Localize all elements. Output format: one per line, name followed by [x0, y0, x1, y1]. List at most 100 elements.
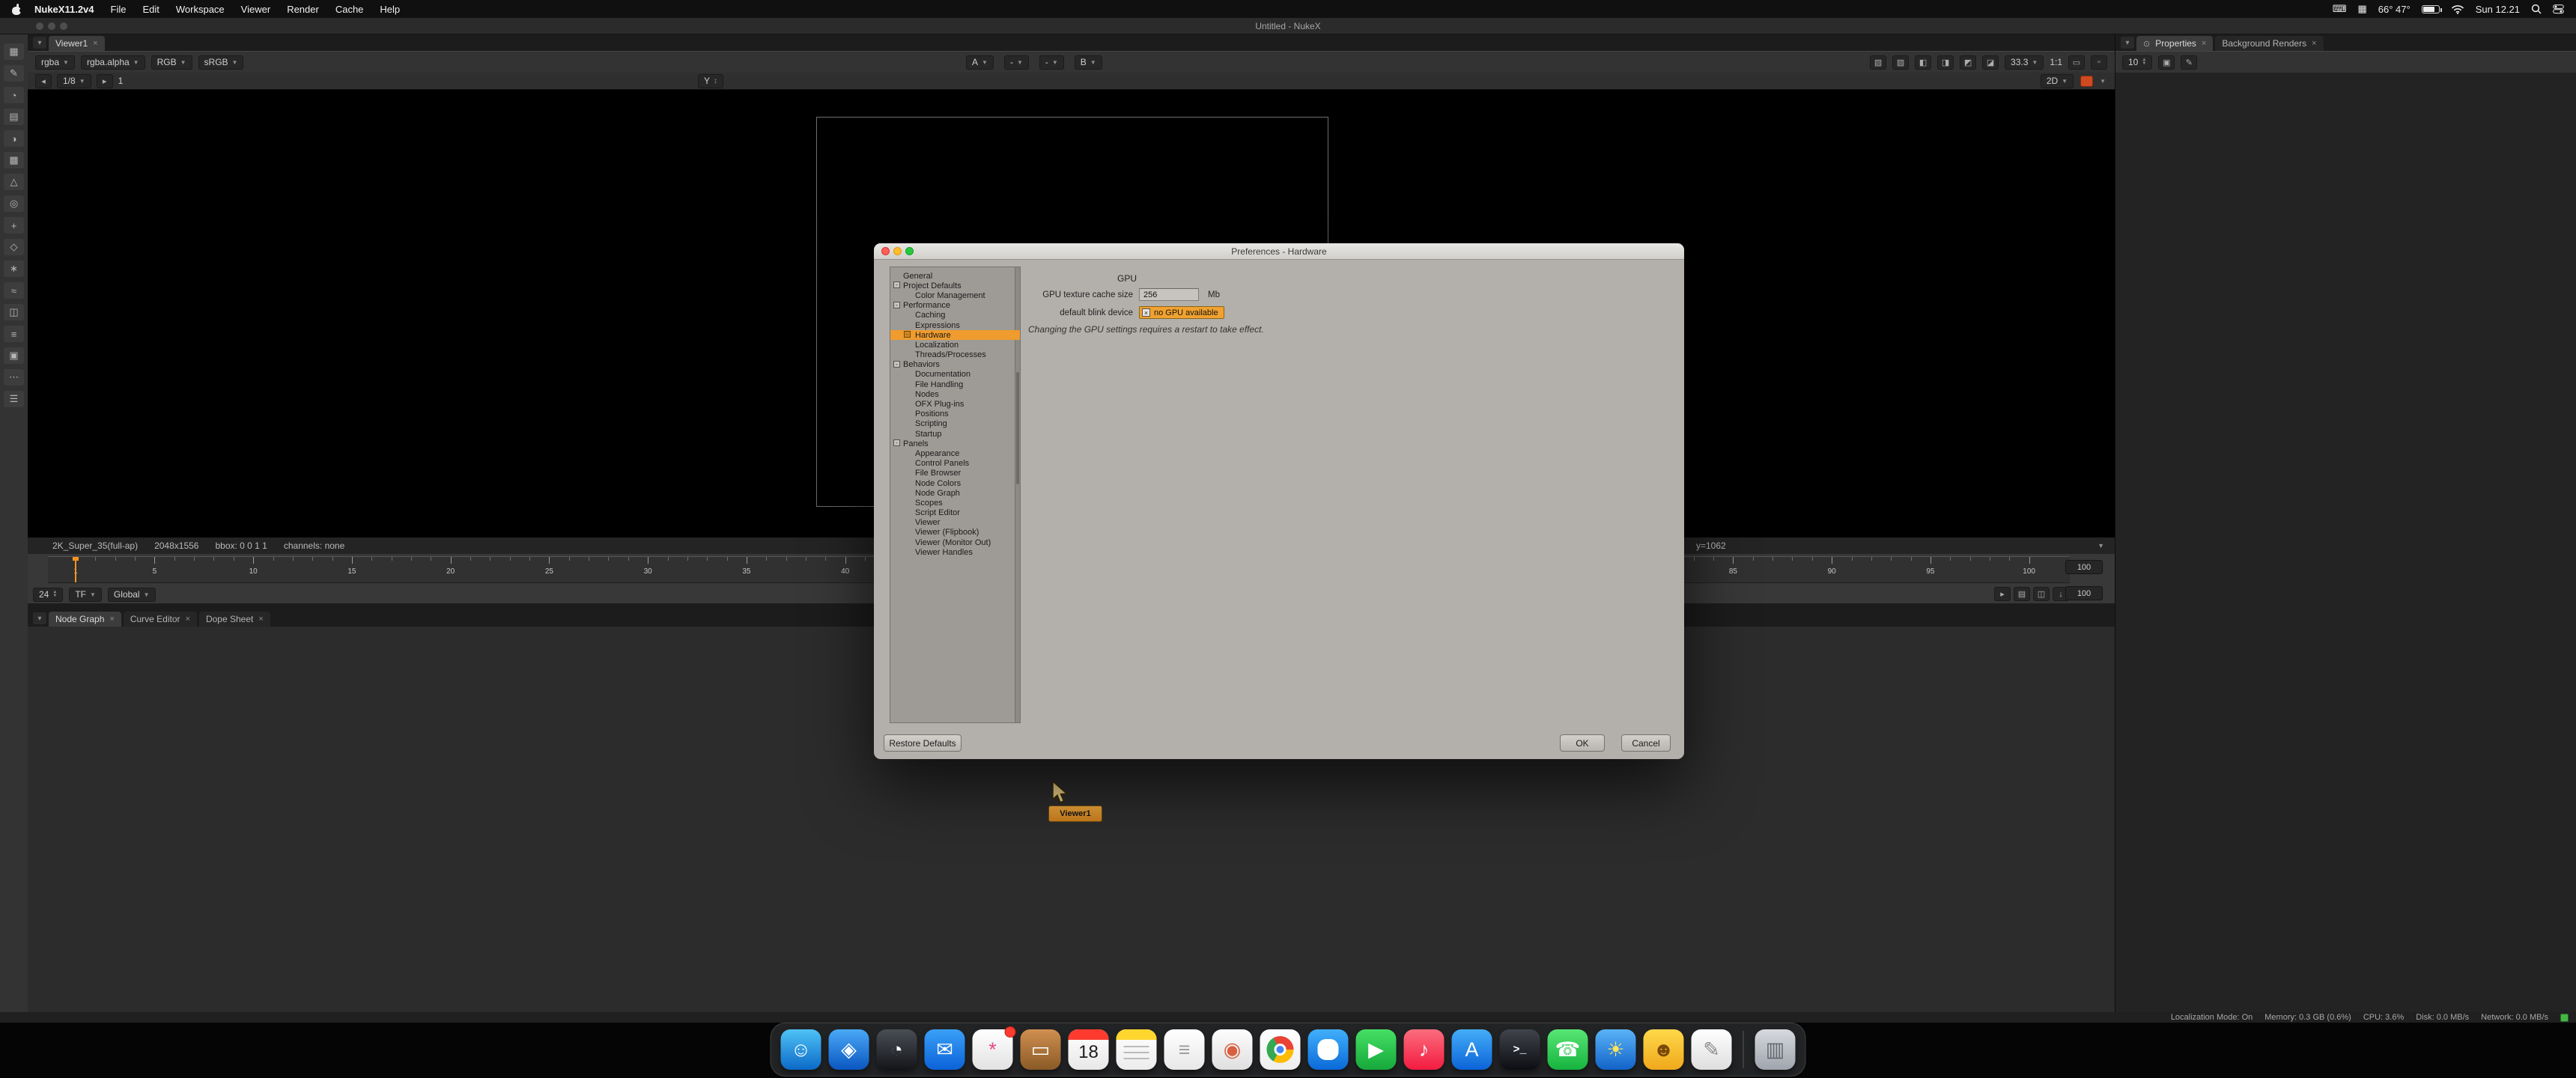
safari-dock-icon[interactable]: ◈	[828, 1029, 869, 1070]
mail-dock-icon[interactable]: ✉	[924, 1029, 965, 1070]
filter-tools-icon[interactable]: ▩	[4, 152, 24, 168]
transform-tools-icon[interactable]: +	[4, 217, 24, 234]
window-grid-icon[interactable]: ▦	[2357, 3, 2366, 15]
game-dock-icon[interactable]: ☻	[1643, 1029, 1684, 1070]
time-tools-icon[interactable]: ◔	[4, 87, 24, 103]
draw-tools-icon[interactable]: ✎	[4, 65, 24, 82]
spotlight-search-icon[interactable]	[2531, 4, 2542, 14]
prev-view-icon[interactable]: ◂	[35, 73, 52, 88]
ok-button[interactable]: OK	[1560, 734, 1605, 752]
menu-item-viewer[interactable]: Viewer	[233, 0, 279, 18]
downrez-select[interactable]: 1/8 ▼	[57, 73, 91, 88]
lock-panels-icon[interactable]: ▣	[2158, 55, 2175, 70]
playback-mode-icon[interactable]: ▸	[1994, 587, 2011, 601]
pref-tree-item-behaviors[interactable]: - Behaviors	[890, 360, 1020, 370]
layer-select[interactable]: rgba ▼	[35, 55, 75, 70]
pref-tree-item-script-editor[interactable]: Script Editor	[890, 508, 1020, 518]
pref-tree-item-file-browser[interactable]: File Browser	[890, 469, 1020, 478]
blink-device-select[interactable]: × no GPU available	[1139, 306, 1224, 319]
toolsets-tools-icon[interactable]: ▣	[4, 347, 24, 364]
textedit-dock-icon[interactable]: ✎	[1691, 1029, 1732, 1070]
merge-tools-icon[interactable]: ◎	[4, 195, 24, 212]
whatsapp-dock-icon[interactable]: ☎	[1547, 1029, 1588, 1070]
panel-menu-icon[interactable]: ▾	[33, 612, 46, 624]
edit-node-icon[interactable]: ✎	[2181, 55, 2198, 70]
cancel-button[interactable]: Cancel	[1621, 734, 1671, 752]
global-last-frame-field[interactable]: 100	[2065, 560, 2103, 574]
dialog-minimize-button[interactable]	[893, 247, 902, 255]
tab-dope-sheet[interactable]: Dope Sheet ×	[198, 612, 270, 627]
tab-node-graph[interactable]: Node Graph ×	[49, 612, 121, 627]
preview-dock-icon[interactable]: ▭	[1020, 1029, 1061, 1070]
fullscreen-icon[interactable]: ▫	[2091, 55, 2107, 70]
trash-dock-icon[interactable]: ▥	[1755, 1029, 1796, 1070]
keyer-tools-icon[interactable]: △	[4, 174, 24, 190]
tree-collapse-icon[interactable]: -	[893, 281, 900, 289]
playback-last-frame-field[interactable]: 100	[2065, 586, 2103, 600]
battery-icon[interactable]	[2421, 4, 2442, 13]
menu-item-file[interactable]: File	[103, 0, 135, 18]
scripts-tools-icon[interactable]: ☰	[4, 391, 24, 407]
menu-item-render[interactable]: Render	[279, 0, 327, 18]
dialog-title-bar[interactable]: Preferences - Hardware	[874, 243, 1684, 260]
terminal-dock-icon[interactable]: >_	[1499, 1029, 1540, 1070]
photo-booth-dock-icon[interactable]: ◉	[1212, 1029, 1253, 1070]
range-lock-icon[interactable]: ◫	[2033, 587, 2050, 601]
clock-dock-icon[interactable]: ◔	[876, 1029, 917, 1070]
pref-tree-item-viewer-flipbook[interactable]: Viewer (Flipbook)	[890, 528, 1020, 538]
pref-tree-item-control-panels[interactable]: Control Panels	[890, 459, 1020, 469]
buffer-a-select[interactable]: A ▼	[966, 55, 994, 70]
color-tools-icon[interactable]: ◑	[4, 130, 24, 147]
pref-tree-item-nodes[interactable]: Nodes	[890, 389, 1020, 399]
wipe-mode-select[interactable]: - ▼	[1003, 55, 1029, 70]
pref-tree-item-expressions[interactable]: Expressions	[890, 320, 1020, 330]
image-tools-icon[interactable]: ▦	[4, 43, 24, 60]
gain-icon[interactable]: ▧	[1870, 55, 1887, 70]
tab-properties[interactable]: ⊙ Properties ×	[2136, 36, 2214, 51]
close-icon[interactable]: ×	[2312, 39, 2316, 48]
panel-menu-icon[interactable]: ▾	[2121, 37, 2134, 49]
channel-select[interactable]: rgba.alpha ▼	[80, 55, 145, 70]
3d-tools-icon[interactable]: ◇	[4, 239, 24, 255]
view-mode-select[interactable]: 2D ▼	[2040, 73, 2074, 88]
blend-mode-select[interactable]: - ▼	[1039, 55, 1064, 70]
close-icon[interactable]: ×	[186, 615, 190, 624]
cliptest-icon[interactable]: ◧	[1915, 55, 1932, 70]
particles-tools-icon[interactable]: ∗	[4, 261, 24, 277]
dialog-zoom-button[interactable]	[905, 247, 914, 255]
pref-tree-item-appearance[interactable]: Appearance	[890, 448, 1020, 458]
thumbnails-icon[interactable]: ▤	[2014, 587, 2030, 601]
pref-tree-item-positions[interactable]: Positions	[890, 409, 1020, 419]
notes-dock-icon[interactable]	[1116, 1029, 1157, 1070]
frame-increment-value[interactable]: 1	[118, 76, 124, 86]
weather-dock-icon[interactable]: ☀	[1595, 1029, 1636, 1070]
menu-item-edit[interactable]: Edit	[134, 0, 167, 18]
views-tools-icon[interactable]: ◫	[4, 304, 24, 320]
pref-tree-item-panels[interactable]: - Panels	[890, 439, 1020, 448]
zoom-select[interactable]: 33.3 ▼	[2005, 55, 2044, 70]
pref-tree-item-scripting[interactable]: Scripting	[890, 419, 1020, 429]
gamma-icon[interactable]: ▨	[1892, 55, 1910, 70]
tree-collapse-icon[interactable]: -	[893, 301, 900, 308]
axis-control[interactable]: Y ↕	[698, 73, 724, 88]
chevron-down-icon[interactable]: ▼	[2097, 542, 2104, 549]
photos-dock-icon[interactable]: *	[972, 1026, 1016, 1070]
record-roi-icon[interactable]	[2080, 75, 2094, 87]
control-center-icon[interactable]	[2553, 4, 2564, 14]
chrome-dock-icon[interactable]	[1260, 1029, 1301, 1070]
close-icon[interactable]: ×	[109, 615, 114, 624]
dialog-close-button[interactable]	[881, 247, 890, 255]
facetime-dock-icon[interactable]: ▶	[1355, 1029, 1397, 1070]
restore-defaults-button[interactable]: Restore Defaults	[884, 734, 962, 752]
menu-item-cache[interactable]: Cache	[327, 0, 372, 18]
proxy-toggle-icon[interactable]: ◩	[1960, 55, 1977, 70]
tab-background-renders[interactable]: Background Renders ×	[2215, 36, 2324, 51]
calendar-dock-icon[interactable]: 18	[1068, 1029, 1109, 1070]
timeline-playhead[interactable]	[73, 557, 79, 582]
tree-collapse-icon[interactable]: -	[904, 331, 911, 338]
pref-tree-item-viewer-monitor-out[interactable]: Viewer (Monitor Out)	[890, 538, 1020, 547]
pref-tree-item-node-colors[interactable]: Node Colors	[890, 478, 1020, 488]
pref-tree-item-localization[interactable]: Localization	[890, 340, 1020, 350]
tab-viewer1[interactable]: Viewer1 ×	[49, 36, 105, 51]
menu-item-workspace[interactable]: Workspace	[168, 0, 233, 18]
